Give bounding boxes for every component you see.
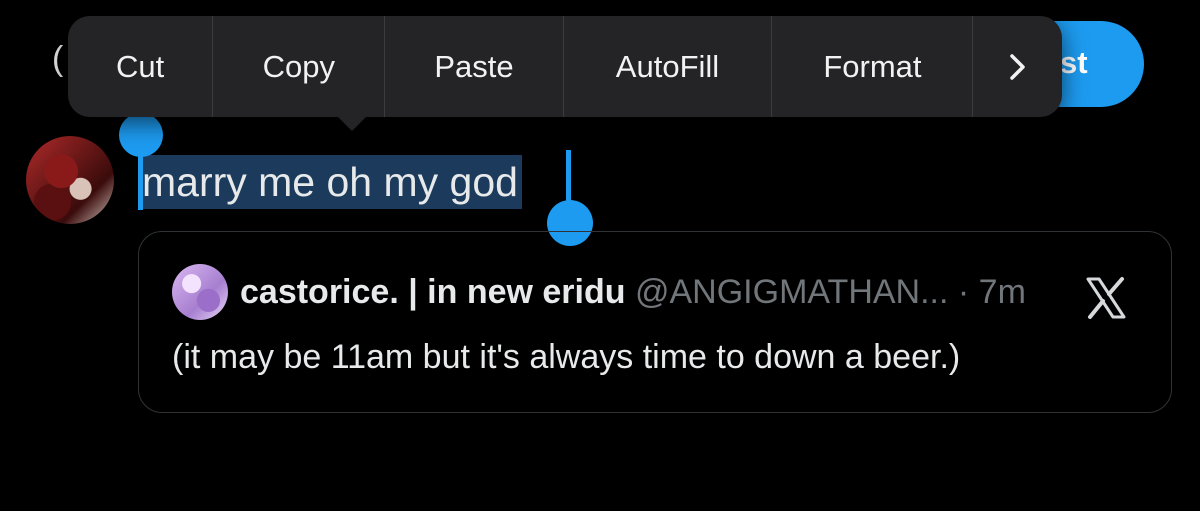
x-logo-icon[interactable] [1082,274,1130,322]
menu-pointer-arrow [336,115,368,131]
quote-timestamp: · 7m [957,273,1026,311]
quote-avatar [172,264,228,320]
quote-display-name: castorice. | in new eridu [240,273,626,311]
menu-more-button[interactable] [973,16,1062,117]
menu-item-paste[interactable]: Paste [385,16,564,117]
menu-item-format[interactable]: Format [772,16,974,117]
chevron-right-icon [1009,53,1025,80]
quote-handle: @ANGIGMATHAN... [634,273,949,311]
menu-item-autofill[interactable]: AutoFill [564,16,773,117]
avatar[interactable] [26,136,114,224]
edit-context-menu: Cut Copy Paste AutoFill Format [68,16,1062,117]
quote-body-text: (it may be 11am but it's always time to … [172,338,961,376]
compose-text-selection[interactable]: marry me oh my god [139,155,522,209]
quoted-post-card[interactable]: castorice. | in new eridu @ANGIGMATHAN..… [138,231,1172,413]
selection-start-handle[interactable] [119,113,163,157]
menu-item-copy[interactable]: Copy [213,16,386,117]
quote-header: castorice. | in new eridu @ANGIGMATHAN..… [240,270,1026,314]
cancel-button[interactable]: ( [52,40,63,79]
menu-item-cut[interactable]: Cut [68,16,214,117]
selection-start-caret [138,150,143,210]
